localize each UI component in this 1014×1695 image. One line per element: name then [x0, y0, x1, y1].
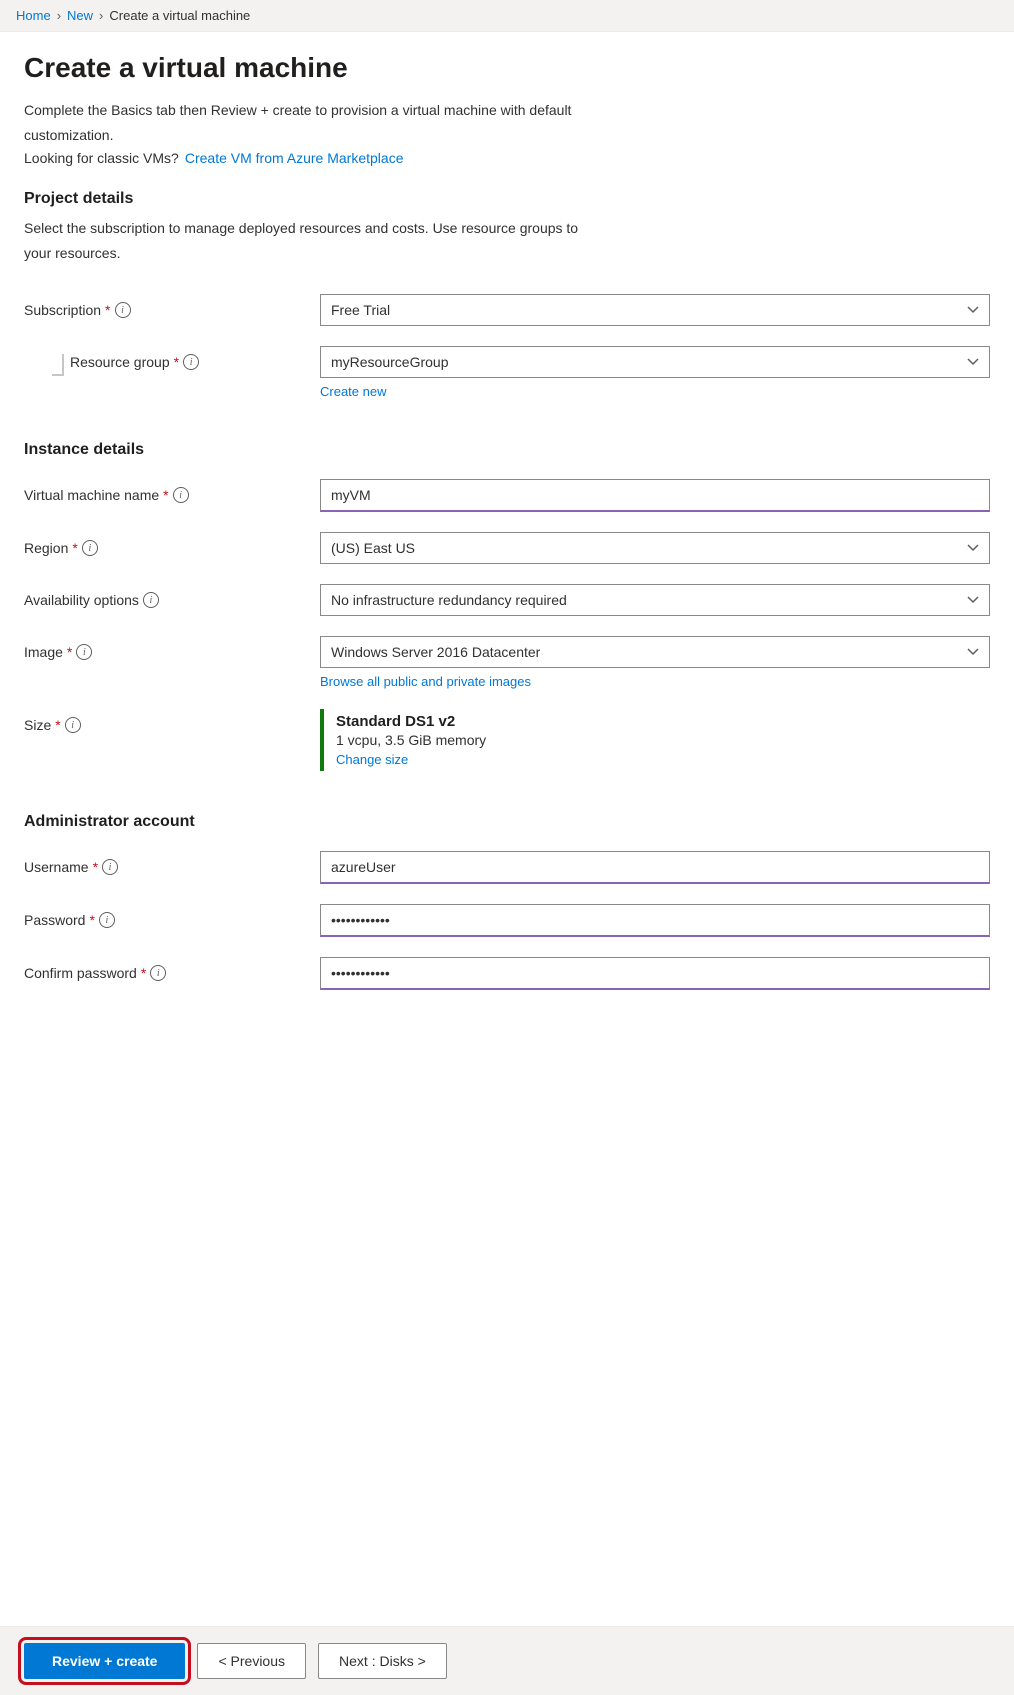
breadcrumb-sep-1: ›	[57, 8, 61, 23]
classic-vms-link[interactable]: Create VM from Azure Marketplace	[185, 150, 404, 166]
admin-form: Username * i Password * i Confirm passwo…	[24, 841, 990, 1000]
confirm-password-required: *	[141, 965, 146, 981]
intro-text-1: Complete the Basics tab then Review + cr…	[24, 100, 990, 121]
image-required: *	[67, 644, 72, 660]
classic-vms-text: Looking for classic VMs?	[24, 150, 179, 166]
region-required: *	[72, 540, 77, 556]
region-select[interactable]: (US) East US	[320, 532, 990, 564]
previous-button[interactable]: < Previous	[197, 1643, 306, 1679]
image-label: Image * i	[24, 644, 92, 660]
region-info-icon[interactable]: i	[82, 540, 98, 556]
resource-group-field-cell: myResourceGroup Create new	[304, 336, 990, 409]
breadcrumb: Home › New › Create a virtual machine	[0, 0, 1014, 32]
confirm-password-label-cell: Confirm password * i	[24, 947, 304, 1000]
image-info-icon[interactable]: i	[76, 644, 92, 660]
resource-group-label-cell: Resource group * i	[24, 336, 304, 409]
username-field-cell	[304, 841, 990, 894]
username-label-cell: Username * i	[24, 841, 304, 894]
subscription-label-cell: Subscription * i	[24, 284, 304, 336]
availability-info-icon[interactable]: i	[143, 592, 159, 608]
browse-images-link[interactable]: Browse all public and private images	[320, 674, 990, 689]
resource-group-label: Resource group * i	[70, 354, 199, 370]
subscription-select[interactable]: Free Trial	[320, 294, 990, 326]
password-field-cell	[304, 894, 990, 947]
breadcrumb-home[interactable]: Home	[16, 8, 51, 23]
region-label: Region * i	[24, 540, 98, 556]
username-label: Username * i	[24, 859, 118, 875]
classic-vms-row: Looking for classic VMs? Create VM from …	[24, 150, 990, 166]
size-block: Standard DS1 v2 1 vcpu, 3.5 GiB memory C…	[320, 709, 990, 771]
vm-name-required: *	[163, 487, 168, 503]
project-desc-1: Select the subscription to manage deploy…	[24, 218, 990, 239]
size-field-cell: Standard DS1 v2 1 vcpu, 3.5 GiB memory C…	[304, 699, 990, 781]
password-required: *	[89, 912, 94, 928]
username-input[interactable]	[320, 851, 990, 884]
size-info-icon[interactable]: i	[65, 717, 81, 733]
region-label-cell: Region * i	[24, 522, 304, 574]
subscription-info-icon[interactable]: i	[115, 302, 131, 318]
vm-name-info-icon[interactable]: i	[173, 487, 189, 503]
image-field-cell: Windows Server 2016 Datacenter Browse al…	[304, 626, 990, 699]
availability-field-cell: No infrastructure redundancy required	[304, 574, 990, 626]
username-info-icon[interactable]: i	[102, 859, 118, 875]
confirm-password-label: Confirm password * i	[24, 965, 166, 981]
resource-group-select[interactable]: myResourceGroup	[320, 346, 990, 378]
availability-label-cell: Availability options i	[24, 574, 304, 626]
confirm-password-info-icon[interactable]: i	[150, 965, 166, 981]
review-create-button[interactable]: Review + create	[24, 1643, 185, 1679]
username-required: *	[93, 859, 98, 875]
indent-visual: Resource group * i	[52, 354, 199, 376]
resource-group-required: *	[174, 354, 179, 370]
availability-select[interactable]: No infrastructure redundancy required	[320, 584, 990, 616]
breadcrumb-current: Create a virtual machine	[109, 8, 250, 23]
password-label-cell: Password * i	[24, 894, 304, 947]
project-form: Subscription * i Free Trial Resource gr	[24, 284, 990, 409]
vm-name-input[interactable]	[320, 479, 990, 512]
resource-group-info-icon[interactable]: i	[183, 354, 199, 370]
size-name: Standard DS1 v2	[336, 713, 990, 730]
size-desc: 1 vcpu, 3.5 GiB memory	[336, 732, 990, 748]
instance-form: Virtual machine name * i Region * i (US)…	[24, 469, 990, 781]
admin-account-title: Administrator account	[24, 813, 990, 831]
main-content: Create a virtual machine Complete the Ba…	[0, 32, 1014, 1100]
breadcrumb-new[interactable]: New	[67, 8, 93, 23]
size-label: Size * i	[24, 717, 81, 733]
breadcrumb-sep-2: ›	[99, 8, 103, 23]
instance-details-title: Instance details	[24, 441, 990, 459]
intro-text-2: customization.	[24, 125, 990, 146]
password-label: Password * i	[24, 912, 115, 928]
change-size-link[interactable]: Change size	[336, 752, 990, 767]
region-field-cell: (US) East US	[304, 522, 990, 574]
create-new-link[interactable]: Create new	[320, 384, 990, 399]
project-desc-2: your resources.	[24, 243, 990, 264]
confirm-password-input[interactable]	[320, 957, 990, 990]
size-label-cell: Size * i	[24, 699, 304, 781]
project-details-title: Project details	[24, 190, 990, 208]
confirm-password-field-cell	[304, 947, 990, 1000]
subscription-field-cell: Free Trial	[304, 284, 990, 336]
vm-name-label: Virtual machine name * i	[24, 487, 189, 503]
image-select[interactable]: Windows Server 2016 Datacenter	[320, 636, 990, 668]
page-title: Create a virtual machine	[24, 52, 990, 84]
subscription-required: *	[105, 302, 110, 318]
password-input[interactable]	[320, 904, 990, 937]
next-disks-button[interactable]: Next : Disks >	[318, 1643, 447, 1679]
vm-name-label-cell: Virtual machine name * i	[24, 469, 304, 522]
image-label-cell: Image * i	[24, 626, 304, 699]
bottom-bar: Review + create < Previous Next : Disks …	[0, 1626, 1014, 1695]
vm-name-field-cell	[304, 469, 990, 522]
size-required: *	[55, 717, 60, 733]
subscription-label: Subscription * i	[24, 302, 131, 318]
password-info-icon[interactable]: i	[99, 912, 115, 928]
availability-label: Availability options i	[24, 592, 159, 608]
